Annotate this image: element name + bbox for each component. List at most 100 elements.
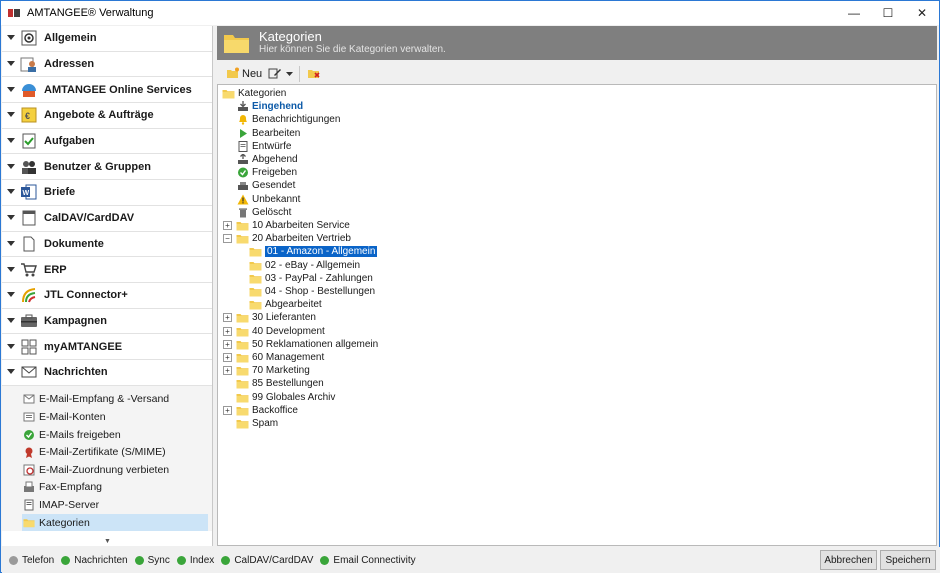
edit-dropdown-button[interactable] — [284, 65, 295, 83]
submenu-item-certificate[interactable]: E-Mail-Zertifikate (S/MIME) — [2, 443, 212, 461]
tree-system-item[interactable]: Unbekannt — [236, 193, 300, 206]
tree-folder[interactable]: +70 Marketing — [223, 364, 310, 377]
chevron-down-icon[interactable] — [2, 215, 20, 221]
sidebar-item-label: CalDAV/CardDAV — [44, 212, 135, 225]
tree-folder[interactable]: +30 Lieferanten — [223, 311, 316, 324]
sidebar-item-online-services[interactable]: AMTANGEE Online Services — [2, 77, 212, 104]
tree-root[interactable]: Kategorien — [222, 87, 286, 100]
submenu-item-email-send[interactable]: E-Mail-Empfang & -Versand — [2, 391, 212, 409]
submenu-item-imap[interactable]: IMAP-Server — [2, 496, 212, 514]
chevron-down-icon[interactable] — [2, 317, 20, 324]
status-label: Sync — [147, 554, 170, 566]
sidebar-item-tasks[interactable]: Aufgaben — [2, 128, 212, 155]
expand-icon[interactable]: + — [223, 221, 232, 231]
sidebar-item-users[interactable]: Benutzer & Gruppen — [2, 154, 212, 181]
tree-folder[interactable]: +60 Management — [223, 351, 324, 364]
tree-subfolder[interactable]: Abgearbeitet — [249, 298, 322, 311]
tree-item-label: Backoffice — [252, 404, 298, 416]
expand-icon[interactable]: + — [223, 405, 232, 415]
chevron-down-icon[interactable] — [2, 35, 20, 41]
sidebar-item-campaigns[interactable]: Kampagnen — [2, 308, 212, 335]
chevron-down-icon[interactable] — [2, 189, 20, 195]
tree-folder[interactable]: +10 Abarbeiten Service — [223, 219, 350, 232]
tree-system-item[interactable]: Gelöscht — [236, 206, 291, 219]
chevron-down-icon[interactable] — [2, 163, 20, 170]
sidebar-item-documents[interactable]: Dokumente — [2, 231, 212, 258]
sidebar-item-jtl[interactable]: JTL Connector+ — [2, 282, 212, 309]
tree-system-item[interactable]: Bearbeiten — [236, 127, 300, 140]
tree-item-label: Spam — [252, 418, 279, 430]
sidebar-item-letters[interactable]: W Briefe — [2, 180, 212, 206]
tree-folder[interactable]: Spam — [236, 417, 278, 430]
chevron-down-icon[interactable] — [2, 292, 20, 298]
status-dot-icon — [320, 555, 330, 565]
tree-subfolder[interactable]: 04 - Shop - Bestellungen — [249, 285, 375, 298]
jtl-icon — [20, 286, 38, 304]
tree-folder[interactable]: 99 Globales Archiv — [236, 391, 335, 404]
cancel-button[interactable]: Abbrechen — [820, 550, 877, 570]
sidebar-item-messages[interactable]: Nachrichten — [2, 359, 212, 386]
chevron-down-icon[interactable] — [2, 61, 20, 67]
scroll-down-arrow-icon[interactable]: ▼ — [2, 536, 212, 546]
expand-icon[interactable]: + — [223, 366, 232, 376]
chevron-down-icon[interactable] — [2, 240, 20, 247]
tree-system-item[interactable]: Benachrichtigungen — [236, 113, 340, 126]
edit-icon — [268, 67, 282, 82]
edit-button[interactable] — [265, 65, 284, 83]
tree-item-label: Kategorien — [238, 88, 287, 100]
expand-icon[interactable]: + — [223, 353, 232, 363]
tree-system-item[interactable]: Entwürfe — [236, 140, 291, 153]
submenu-item-check[interactable]: E-Mails freigeben — [2, 426, 212, 444]
tree-folder[interactable]: +40 Development — [223, 325, 325, 338]
tree-folder[interactable]: + Backoffice — [223, 404, 298, 417]
sidebar-item-label: Allgemein — [44, 32, 97, 45]
sidebar-item-addresses[interactable]: Adressen — [2, 51, 212, 78]
sidebar-item-erp[interactable]: ERP — [2, 257, 212, 283]
tree-subfolder[interactable]: 02 - eBay - Allgemein — [249, 259, 360, 272]
sidebar-item-label: Briefe — [44, 186, 76, 199]
tree-folder[interactable]: 85 Bestellungen — [236, 377, 324, 390]
sidebar-item-offers[interactable]: € Angebote & Aufträge — [2, 103, 212, 129]
status-indicator: Telefon — [9, 555, 54, 566]
folder-icon — [222, 88, 235, 99]
page-header: Kategorien Hier können Sie die Kategorie… — [217, 26, 937, 60]
new-button[interactable]: Neu — [223, 65, 265, 83]
submenu-item-email-accounts[interactable]: E-Mail-Konten — [2, 408, 212, 426]
chevron-down-icon[interactable] — [2, 86, 20, 93]
tree-item-label: Benachrichtigungen — [252, 114, 341, 126]
tree-system-item[interactable]: Eingehend — [236, 100, 303, 113]
tree-system-item[interactable]: Abgehend — [236, 153, 298, 166]
submenu-item-label: E-Mail-Zuordnung verbieten — [39, 463, 170, 476]
tree-folder[interactable]: +50 Reklamationen allgemein — [223, 338, 378, 351]
minimize-button[interactable]: — — [837, 1, 871, 25]
tree-subfolder[interactable]: 03 - PayPal - Zahlungen — [249, 272, 373, 285]
save-button[interactable]: Speichern — [880, 550, 936, 570]
submenu-item-forbid[interactable]: E-Mail-Zuordnung verbieten — [2, 461, 212, 479]
chevron-down-icon[interactable] — [2, 138, 20, 144]
tree-system-item[interactable]: Gesendet — [236, 179, 295, 192]
chevron-down-icon[interactable] — [2, 369, 20, 375]
collapse-icon[interactable]: − — [223, 234, 232, 244]
sidebar-item-caldav[interactable]: CalDAV/CardDAV — [2, 205, 212, 232]
sidebar-item-general[interactable]: Allgemein — [2, 26, 212, 52]
expand-icon[interactable]: + — [223, 339, 232, 349]
expand-icon[interactable]: + — [223, 313, 232, 323]
chevron-down-icon[interactable] — [2, 343, 20, 350]
tree-subfolder[interactable]: 01 - Amazon - Allgemein — [249, 245, 378, 258]
trash-icon — [236, 207, 249, 218]
maximize-button[interactable]: ☐ — [871, 1, 905, 25]
folder-icon — [236, 392, 249, 403]
submenu-item-folder[interactable]: Kategorien — [22, 513, 208, 532]
folder-icon — [236, 312, 249, 323]
expand-icon[interactable]: + — [223, 326, 232, 336]
sidebar-item-myamtangee[interactable]: myAMTANGEE — [2, 334, 212, 360]
delete-button[interactable] — [304, 65, 324, 83]
tree-system-item[interactable]: Freigeben — [236, 166, 297, 179]
chevron-down-icon[interactable] — [2, 112, 20, 118]
sidebar-item-label: Angebote & Aufträge — [44, 109, 154, 122]
close-button[interactable]: ✕ — [905, 1, 939, 25]
submenu-item-fax[interactable]: Fax-Empfang — [2, 479, 212, 497]
tree-folder[interactable]: − 20 Abarbeiten Vertrieb — [223, 232, 351, 245]
chevron-down-icon[interactable] — [2, 266, 20, 273]
app-window: AMTANGEE® Verwaltung — ☐ ✕ Allgemein Adre… — [0, 0, 940, 573]
